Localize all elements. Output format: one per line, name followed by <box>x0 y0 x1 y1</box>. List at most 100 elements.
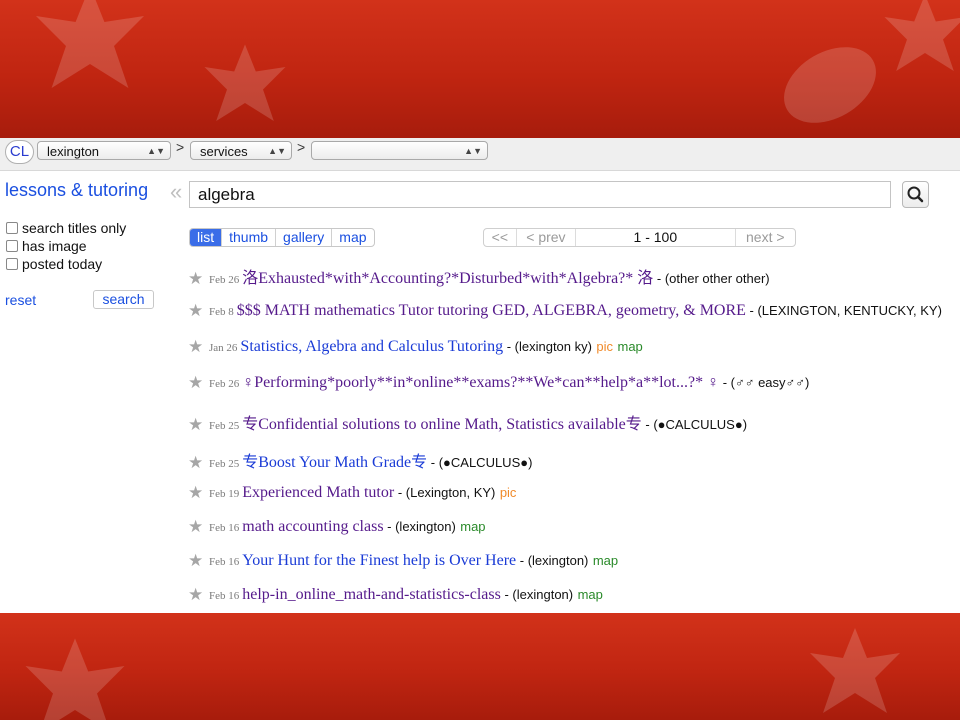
favorite-star-icon[interactable]: ★ <box>188 301 204 321</box>
result-pic-tag: pic <box>596 339 614 354</box>
result-location: - (♂♂ easy♂♂) <box>719 375 810 390</box>
result-title-link[interactable]: 专Confidential solutions to online Math, … <box>242 416 642 433</box>
result-title-link[interactable]: ♀Performing*poorly**in*online**exams?**W… <box>242 374 719 391</box>
option-search-titles-only[interactable]: search titles only <box>6 220 126 236</box>
result-map-link[interactable]: map <box>460 519 485 534</box>
result-location: - (lexington ky) <box>503 339 592 354</box>
result-location: - (●CALCULUS●) <box>427 455 533 470</box>
breadcrumb-separator: > <box>297 139 306 155</box>
category-select[interactable]: services ▲▼ <box>190 141 292 160</box>
option-label: posted today <box>22 256 103 272</box>
leaf-icon <box>25 638 125 720</box>
location-bar: CL lexington ▲▼ > services ▲▼ > ▲▼ <box>0 138 960 171</box>
option-label: has image <box>22 238 87 254</box>
result-row[interactable]: ★ Feb 16 math accounting class - (lexingto… <box>188 517 486 537</box>
result-location: - (LEXINGTON, KENTUCKY, KY) <box>745 303 942 318</box>
favorite-star-icon[interactable]: ★ <box>188 337 204 357</box>
result-row[interactable]: ★ Feb 8 $$$ MATH mathematics Tutor tutorin… <box>188 301 942 321</box>
result-title-link[interactable]: 专Boost Your Math Grade专 <box>242 454 427 471</box>
result-date: Feb 19 <box>209 488 240 500</box>
result-row[interactable]: ★ Jan 26 Statistics, Algebra and Calculus … <box>188 337 643 357</box>
city-select[interactable]: lexington ▲▼ <box>37 141 171 160</box>
result-title-link[interactable]: Your Hunt for the Finest help is Over He… <box>242 552 516 569</box>
option-has-image[interactable]: has image <box>6 238 87 254</box>
leaf-icon <box>884 0 960 71</box>
checkbox[interactable] <box>6 222 18 234</box>
prev-page-button[interactable]: < prev <box>515 229 575 246</box>
city-select-value: lexington <box>47 144 100 159</box>
subcategory-select[interactable]: ▲▼ <box>311 141 488 160</box>
result-row[interactable]: ★ Feb 26 洛Exhausted*with*Accounting?*Distu… <box>188 264 770 289</box>
favorite-star-icon[interactable]: ★ <box>188 373 204 393</box>
leaf-icon <box>36 0 144 88</box>
search-submit-button[interactable] <box>902 181 929 208</box>
result-row[interactable]: ★ Feb 19 Experienced Math tutor - (Lexingt… <box>188 483 516 503</box>
result-title-link[interactable]: Statistics, Algebra and Calculus Tutorin… <box>240 338 503 355</box>
favorite-star-icon[interactable]: ★ <box>188 483 204 503</box>
result-date: Feb 16 <box>209 590 240 602</box>
cl-home-link[interactable]: CL <box>5 140 34 164</box>
favorite-star-icon[interactable]: ★ <box>188 453 204 473</box>
result-row[interactable]: ★ Feb 25 专Confidential solutions to online… <box>188 410 747 435</box>
view-tab-map[interactable]: map <box>331 229 373 246</box>
result-pic-tag: pic <box>499 485 517 500</box>
result-location: - (other other other) <box>653 271 770 286</box>
page-range: 1 - 100 <box>575 229 734 246</box>
checkbox[interactable] <box>6 258 18 270</box>
option-posted-today[interactable]: posted today <box>6 256 102 272</box>
collapse-sidebar-icon[interactable]: « <box>170 181 182 203</box>
result-title-link[interactable]: $$$ MATH mathematics Tutor tutoring GED,… <box>237 302 746 319</box>
result-date: Feb 25 <box>209 420 240 432</box>
result-date: Feb 25 <box>209 458 240 470</box>
result-date: Feb 26 <box>209 274 240 286</box>
result-map-link[interactable]: map <box>578 587 603 602</box>
result-row[interactable]: ★ Feb 16 Your Hunt for the Finest help is … <box>188 551 618 571</box>
option-label: search titles only <box>22 220 127 236</box>
reset-link[interactable]: reset <box>5 292 36 308</box>
result-row[interactable]: ★ Feb 16 help-in_online_math-and-statistic… <box>188 585 603 605</box>
leaf-icon <box>204 44 286 121</box>
result-title-link[interactable]: Experienced Math tutor <box>242 484 394 501</box>
favorite-star-icon[interactable]: ★ <box>188 269 204 289</box>
result-date: Jan 26 <box>209 342 238 354</box>
favorite-star-icon[interactable]: ★ <box>188 585 204 605</box>
top-background-band <box>0 0 960 138</box>
favorite-star-icon[interactable]: ★ <box>188 415 204 435</box>
result-title-link[interactable]: math accounting class <box>242 518 383 535</box>
category-title-link[interactable]: lessons & tutoring <box>5 180 148 201</box>
pagination: << < prev 1 - 100 next > <box>483 228 796 247</box>
result-row[interactable]: ★ Feb 26 ♀Performing*poorly**in*online**ex… <box>188 373 809 393</box>
category-select-value: services <box>200 144 248 159</box>
result-location: - (Lexington, KY) <box>394 485 496 500</box>
result-location: - (lexington) <box>500 587 574 602</box>
first-page-button[interactable]: << <box>484 229 516 246</box>
view-tab-thumb[interactable]: thumb <box>221 229 275 246</box>
favorite-star-icon[interactable]: ★ <box>188 551 204 571</box>
search-input[interactable]: algebra <box>189 181 891 208</box>
breadcrumb-separator: > <box>176 139 185 155</box>
result-date: Feb 8 <box>209 306 234 318</box>
result-map-link[interactable]: map <box>593 553 618 568</box>
result-date: Feb 26 <box>209 378 240 390</box>
result-location: - (lexington) <box>383 519 456 534</box>
sidebar-search-button[interactable]: search <box>93 290 154 309</box>
result-map-link[interactable]: map <box>618 339 643 354</box>
select-arrows-icon: ▲▼ <box>268 146 286 156</box>
result-location: - (●CALCULUS●) <box>641 417 748 432</box>
result-title-link[interactable]: 洛Exhausted*with*Accounting?*Disturbed*wi… <box>242 270 653 287</box>
result-title-link[interactable]: help-in_online_math-and-statistics-class <box>242 586 501 603</box>
result-location: - (lexington) <box>516 553 589 568</box>
view-tab-list[interactable]: list <box>190 229 222 246</box>
search-icon <box>907 186 924 203</box>
checkbox[interactable] <box>6 240 18 252</box>
view-mode-tabs: list thumb gallery map <box>189 228 375 247</box>
bottom-background-band <box>0 613 960 720</box>
view-tab-gallery[interactable]: gallery <box>275 229 331 246</box>
favorite-star-icon[interactable]: ★ <box>188 517 204 537</box>
leaf-icon <box>784 47 876 123</box>
select-arrows-icon: ▲▼ <box>464 146 482 156</box>
craigslist-page: CL lexington ▲▼ > services ▲▼ > ▲▼ lessons… <box>0 138 960 613</box>
result-date: Feb 16 <box>209 556 240 568</box>
next-page-button[interactable]: next > <box>734 229 795 246</box>
result-row[interactable]: ★ Feb 25 专Boost Your Math Grade专 - (●CALCU… <box>188 448 532 473</box>
